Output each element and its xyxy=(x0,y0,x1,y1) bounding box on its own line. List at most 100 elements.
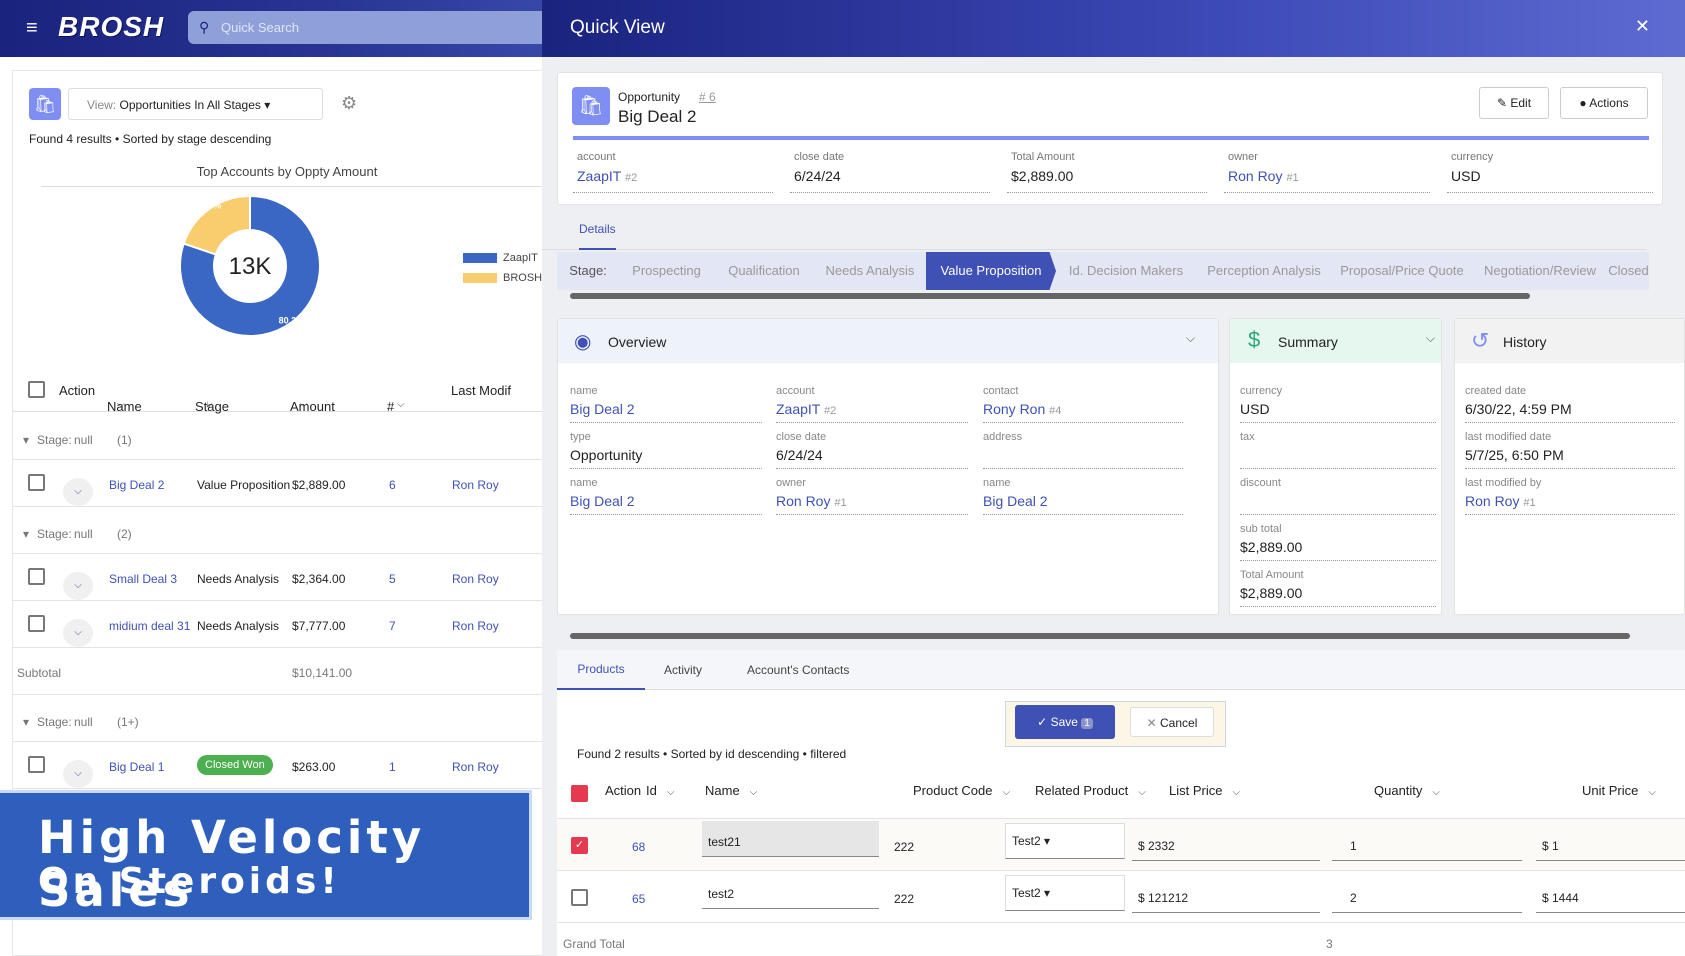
sort-down-icon: ↓ xyxy=(205,399,210,410)
group-header[interactable]: ▾ Stage: null (2) xyxy=(13,507,561,554)
caret-down-icon: ▾ xyxy=(264,98,271,112)
row-name-link[interactable]: Big Deal 2 xyxy=(109,478,164,492)
related-product-select[interactable]: Test2 ▾ xyxy=(1005,823,1125,859)
history-panel: ↺ History created date 6/30/22, 4:59 PM l… xyxy=(1454,318,1685,615)
stage-proposal-price-quote[interactable]: Proposal/Price Quote xyxy=(1332,252,1472,290)
product-id-link[interactable]: 65 xyxy=(632,892,645,906)
row-name-link[interactable]: Big Deal 1 xyxy=(109,760,164,774)
stage-scrollbar[interactable] xyxy=(570,293,1530,299)
row-expand-button[interactable]: ⌵ xyxy=(63,619,93,647)
row-checkbox[interactable] xyxy=(28,474,45,491)
product-name-input[interactable]: test21 xyxy=(702,821,879,857)
row-checkbox[interactable] xyxy=(28,568,45,585)
row-checkbox[interactable] xyxy=(28,756,45,773)
col-id[interactable]: Id ⌵ xyxy=(646,783,674,798)
stage-id-decision-makers[interactable]: Id. Decision Makers xyxy=(1056,252,1196,290)
unit-price-input[interactable]: $ 1 xyxy=(1536,825,1685,861)
cancel-button[interactable]: ✕ Cancel xyxy=(1130,707,1214,737)
row-number[interactable]: 7 xyxy=(389,619,396,633)
col-product-code[interactable]: Product Code ⌵ xyxy=(913,783,1010,798)
table-row[interactable]: ⌵ Big Deal 2 Value Proposition $2,889.00… xyxy=(13,460,561,507)
stage-needs-analysis[interactable]: Needs Analysis xyxy=(814,252,926,290)
menu-icon[interactable]: ≡ xyxy=(26,17,38,40)
row-expand-button[interactable]: ⌵ xyxy=(63,572,93,600)
collapse-icon[interactable]: ▾ xyxy=(23,715,29,729)
legend-item[interactable]: BROSH xyxy=(463,272,542,284)
quantity-input[interactable]: 2 xyxy=(1332,877,1522,913)
tab-accounts-contacts[interactable]: Account's Contacts xyxy=(747,663,849,677)
summary-header[interactable]: $ Summary ⌵ xyxy=(1230,319,1441,363)
chevron-down-icon[interactable]: ⌵ xyxy=(1426,331,1435,346)
row-expand-button[interactable]: ⌵ xyxy=(63,478,93,506)
row-owner-link[interactable]: Ron Roy xyxy=(452,572,499,586)
save-button[interactable]: ✓ Save 1 xyxy=(1015,705,1115,739)
actions-button[interactable]: ● Actions xyxy=(1560,87,1648,119)
quick-search-input[interactable]: ⚲ Quick Search xyxy=(188,11,568,44)
list-price-input[interactable]: $ 121212 xyxy=(1132,877,1320,913)
quick-view-drawer: Quick View ✕ 🛍 Opportunity # 6 Big Deal … xyxy=(542,0,1685,956)
select-all-checkbox[interactable] xyxy=(28,381,45,398)
product-name-input[interactable]: test2 xyxy=(702,873,879,909)
col-quantity[interactable]: Quantity ⌵ xyxy=(1374,783,1440,798)
col-name[interactable]: Name ⌵ xyxy=(705,783,757,798)
quantity-input[interactable]: 1 xyxy=(1332,825,1522,861)
panels-scrollbar[interactable] xyxy=(570,633,1630,639)
table-row[interactable]: ⌵ midium deal 31 Needs Analysis $7,777.0… xyxy=(13,601,561,648)
stage-prospecting[interactable]: Prospecting xyxy=(619,252,714,290)
chevron-down-icon: ⌵ xyxy=(1432,787,1441,798)
col-unit-price[interactable]: Unit Price ⌵ xyxy=(1582,783,1656,798)
edit-button[interactable]: ✎ Edit xyxy=(1479,87,1549,119)
row-name-link[interactable]: Small Deal 3 xyxy=(109,572,177,586)
legend-item[interactable]: ZaapIT xyxy=(463,252,542,264)
group-header[interactable]: ▾ Stage: null (1+) xyxy=(13,695,561,742)
row-number[interactable]: 6 xyxy=(389,478,396,492)
row-amount: $7,777.00 xyxy=(292,619,346,633)
row-checkbox[interactable] xyxy=(28,615,45,632)
product-row[interactable]: ✓ 68 test21 222 Test2 ▾ $ 2332 1 $ 1 xyxy=(557,818,1685,870)
row-owner-link[interactable]: Ron Roy xyxy=(452,478,499,492)
unit-price-input[interactable]: $ 1444 xyxy=(1536,877,1685,913)
overview-header[interactable]: ◉ Overview ⌵ xyxy=(558,319,1218,363)
table-row[interactable]: ⌵ Small Deal 3 Needs Analysis $2,364.00 … xyxy=(13,554,561,601)
owner-link[interactable]: Ron Roy xyxy=(1228,168,1282,184)
stage-qualification[interactable]: Qualification xyxy=(714,252,814,290)
history-field-last-modified-date: last modified date 5/7/25, 6:50 PM xyxy=(1465,427,1675,469)
row-stage: Needs Analysis xyxy=(197,619,280,633)
row-owner-link[interactable]: Ron Roy xyxy=(452,760,499,774)
product-row[interactable]: 65 test2 222 Test2 ▾ $ 121212 2 $ 1444 xyxy=(557,870,1685,922)
stage-negotiation-review[interactable]: Negotiation/Review xyxy=(1472,252,1608,290)
group-header[interactable]: ▾ Stage: null (1) xyxy=(13,413,561,460)
history-header[interactable]: ↺ History xyxy=(1455,319,1684,363)
row-checkbox-checked[interactable]: ✓ xyxy=(571,837,588,854)
collapse-icon[interactable]: ▾ xyxy=(23,527,29,541)
stage-closed[interactable]: Closed xyxy=(1608,252,1649,290)
chevron-down-icon[interactable]: ⌵ xyxy=(1186,331,1195,346)
tab-activity[interactable]: Activity xyxy=(664,663,702,677)
collapse-icon[interactable]: ▾ xyxy=(23,433,29,447)
app-logo[interactable]: BROSH xyxy=(58,11,164,43)
col-last-modified[interactable]: Last Modif xyxy=(451,383,511,398)
row-number[interactable]: 5 xyxy=(389,572,396,586)
record-id[interactable]: # 6 xyxy=(699,90,716,104)
row-checkbox[interactable] xyxy=(571,889,588,906)
list-price-input[interactable]: $ 2332 xyxy=(1132,825,1320,861)
col-related-product[interactable]: Related Product ⌵ xyxy=(1035,783,1146,798)
opportunity-icon: 🛍 xyxy=(572,87,610,125)
col-list-price[interactable]: List Price ⌵ xyxy=(1169,783,1240,798)
row-owner-link[interactable]: Ron Roy xyxy=(452,619,499,633)
account-link[interactable]: ZaapIT xyxy=(577,168,621,184)
row-number[interactable]: 1 xyxy=(389,760,396,774)
table-row[interactable]: ⌵ Big Deal 1 Closed Won $263.00 1 Ron Ro… xyxy=(13,742,561,789)
product-id-link[interactable]: 68 xyxy=(632,840,645,854)
row-expand-button[interactable]: ⌵ xyxy=(63,760,93,788)
select-all-products-checkbox[interactable] xyxy=(571,785,588,805)
view-selector[interactable]: View: Opportunities In All Stages ▾ xyxy=(68,88,323,120)
tab-details[interactable]: Details xyxy=(579,222,616,250)
tab-products[interactable]: Products xyxy=(557,650,645,690)
gear-icon[interactable]: ⚙ xyxy=(341,93,357,114)
close-icon[interactable]: ✕ xyxy=(1635,16,1650,37)
stage-perception-analysis[interactable]: Perception Analysis xyxy=(1196,252,1332,290)
row-name-link[interactable]: midium deal 31 xyxy=(109,619,190,633)
stage-value-proposition[interactable]: Value Proposition xyxy=(926,252,1056,290)
related-product-select[interactable]: Test2 ▾ xyxy=(1005,875,1125,911)
